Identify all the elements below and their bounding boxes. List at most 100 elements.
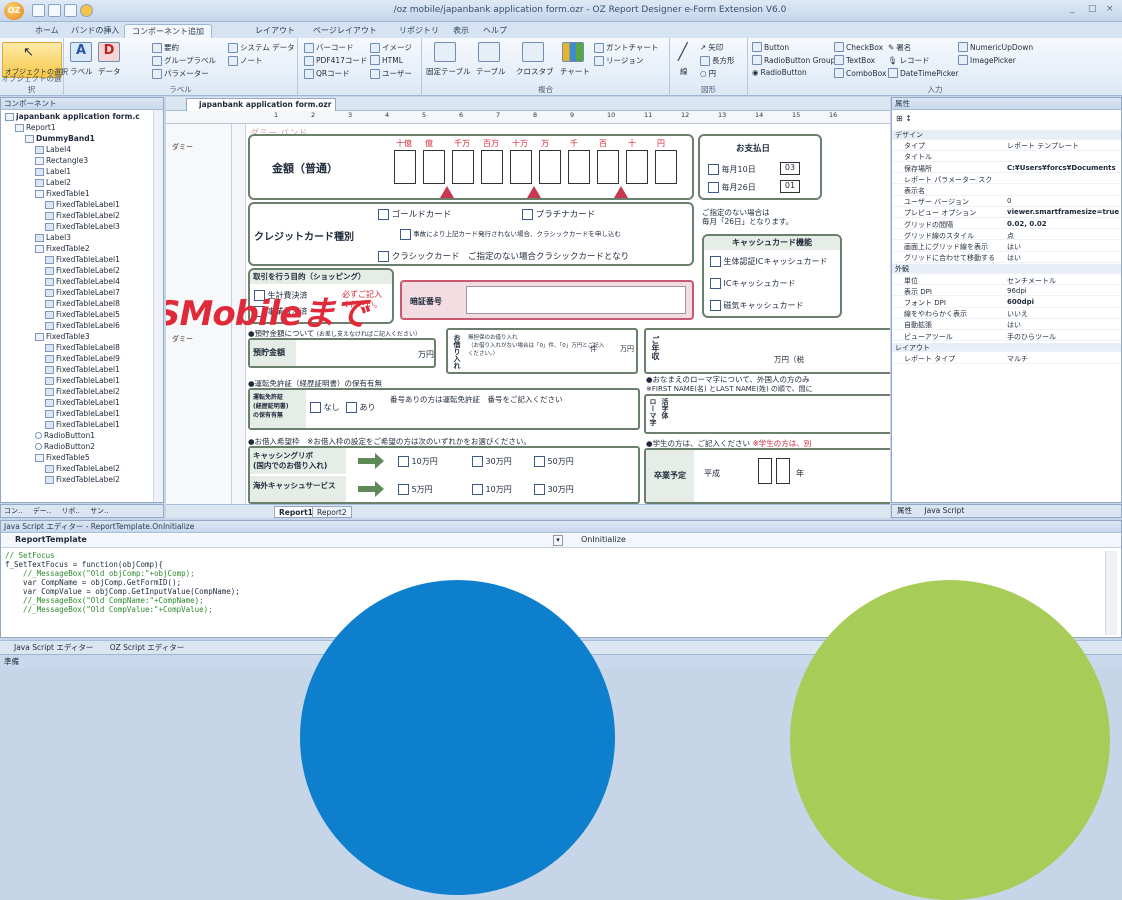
datetimepicker-tool[interactable]: DateTimePicker (888, 68, 959, 78)
overseas-opt3[interactable]: 30万円 (534, 484, 574, 495)
digit-input[interactable] (423, 150, 445, 184)
gold-fallback-option[interactable]: 事故により上記カード発行されない場合、クラシックカードを申し込む (400, 228, 621, 240)
tree-node[interactable]: Label1 (35, 167, 71, 176)
property-row[interactable]: 線をやわらかく表示 いいえ (892, 309, 1121, 319)
parameter-tool[interactable]: パラメーター (152, 68, 209, 79)
sort-icon[interactable]: ⊞ ↕ (896, 114, 912, 123)
tab-view[interactable]: 表示 (446, 24, 476, 38)
digit-input[interactable] (655, 150, 677, 184)
tree-node[interactable]: Report1 (15, 123, 56, 132)
cash-card-opt3[interactable]: 磁気キャッシュカード (710, 300, 804, 311)
tree-node[interactable]: Label4 (35, 145, 71, 154)
property-row[interactable]: 表示名 (892, 186, 1121, 196)
property-row[interactable]: レイアウト (892, 342, 1121, 353)
new-icon[interactable] (32, 4, 45, 17)
open-icon[interactable] (48, 4, 61, 17)
tab-js-editor[interactable]: Java Script エディター (14, 643, 93, 652)
chart-tool[interactable]: チャート (560, 66, 590, 77)
tab-components[interactable]: コン.. (4, 507, 22, 515)
tree-node[interactable]: FixedTableLabel1 (45, 255, 120, 264)
chevron-down-icon[interactable]: ▾ (553, 535, 563, 546)
note-tool[interactable]: ノート (228, 55, 263, 66)
tree-node[interactable]: FixedTableLabel1 (45, 398, 120, 407)
tab-properties[interactable]: 属性 (897, 506, 912, 515)
tree-node[interactable]: RadioButton1 (35, 431, 95, 440)
tree-node[interactable]: FixedTableLabel1 (45, 376, 120, 385)
property-row[interactable]: ユーザー バージョン 0 (892, 197, 1121, 207)
band-label[interactable]: ダミー (172, 142, 193, 152)
graduation-year-digit[interactable] (776, 458, 790, 484)
tree-node[interactable]: FixedTable5 (35, 453, 90, 462)
payment-day-opt2[interactable]: 毎月26日 (708, 182, 756, 193)
script-event-select[interactable]: OnInitialize (581, 535, 626, 544)
app-logo-icon[interactable]: OZ (4, 2, 24, 20)
chart-icon[interactable] (562, 42, 584, 62)
tree-node[interactable]: Label3 (35, 233, 71, 242)
property-row[interactable]: レポート パラメーター スク (892, 175, 1121, 185)
digit-input[interactable] (568, 150, 590, 184)
payment-day-val1[interactable]: 03 (780, 162, 800, 175)
property-row[interactable]: 外観 (892, 264, 1121, 274)
graduation-year-digit[interactable] (758, 458, 772, 484)
pin-input[interactable] (466, 286, 686, 314)
property-row[interactable]: 表示 DPI 96dpi (892, 287, 1121, 297)
payment-day-opt1[interactable]: 毎月10日 (708, 164, 756, 175)
tab-page-layout[interactable]: ページレイアウト (306, 24, 384, 38)
tree-node[interactable]: Rectangle3 (35, 156, 88, 165)
digit-input[interactable] (452, 150, 474, 184)
qrcode-tool[interactable]: QRコード (304, 68, 350, 79)
digit-input[interactable] (597, 150, 619, 184)
label-tool[interactable]: ラベル (70, 66, 93, 77)
overseas-opt1[interactable]: 5万円 (398, 484, 433, 495)
button-tool[interactable]: Button (752, 42, 789, 52)
rectangle-tool[interactable]: 長方形 (700, 55, 735, 66)
close-button[interactable]: × (1106, 4, 1114, 14)
property-row[interactable]: プレビュー オプション viewer.smartframesize=true (892, 208, 1121, 218)
fixed-table-tool[interactable]: 固定テーブル (426, 66, 471, 77)
tree-node[interactable]: FixedTableLabel7 (45, 288, 120, 297)
property-row[interactable]: デザイン (892, 130, 1121, 140)
property-row[interactable]: タイトル (892, 152, 1121, 162)
tree-node[interactable]: FixedTableLabel8 (45, 343, 120, 352)
property-row[interactable]: ビューアツール 手のひらツール (892, 332, 1121, 342)
line-icon[interactable]: ╱ (678, 42, 688, 61)
checkbox-tool[interactable]: CheckBox (834, 42, 883, 52)
radiobutton-group-tool[interactable]: RadioButton Group (752, 55, 835, 65)
property-row[interactable]: グリッドの間隔 0.02, 0.02 (892, 220, 1121, 230)
pdf417-tool[interactable]: PDF417コード (304, 55, 367, 66)
tree-node[interactable]: japanbank application form.c (5, 112, 140, 121)
tree-node[interactable]: FixedTableLabel2 (45, 475, 120, 484)
sheet-tab-report2[interactable]: Report2 (312, 506, 352, 518)
tree-node[interactable]: FixedTableLabel2 (45, 464, 120, 473)
tab-repository[interactable]: リボ.. (61, 507, 79, 515)
digit-input[interactable] (394, 150, 416, 184)
classic-option[interactable]: クラシックカード ご指定のない場合クラシックカードとなり (378, 250, 629, 262)
tree-node[interactable]: FixedTableLabel1 (45, 420, 120, 429)
cashing-opt1[interactable]: 10万円 (398, 456, 438, 467)
cashing-opt3[interactable]: 50万円 (534, 456, 574, 467)
tree-node[interactable]: FixedTableLabel1 (45, 200, 120, 209)
code-scrollbar[interactable] (1105, 551, 1117, 635)
line-tool[interactable]: 線 (680, 66, 688, 77)
data-tool-icon[interactable]: D (98, 42, 120, 62)
group-label-tool[interactable]: グループラベル (152, 55, 216, 66)
record-tool[interactable]: 🎙 レコード (888, 55, 930, 66)
tab-oz-editor[interactable]: OZ Script エディター (110, 643, 185, 652)
numericupdown-tool[interactable]: NumericUpDown (958, 42, 1033, 52)
tree-node[interactable]: FixedTableLabel5 (45, 310, 120, 319)
tree-node[interactable]: FixedTableLabel2 (45, 387, 120, 396)
tree-node[interactable]: FixedTableLabel6 (45, 321, 120, 330)
label-tool-icon[interactable]: A (70, 42, 92, 62)
table-tool[interactable]: テーブル (476, 66, 506, 77)
help-icon[interactable] (80, 4, 93, 17)
tree-node[interactable]: FixedTable1 (35, 189, 90, 198)
property-row[interactable]: 自動拡張 はい (892, 320, 1121, 330)
property-row[interactable]: グリッドに合わせて移動する はい (892, 253, 1121, 263)
tree-node[interactable]: FixedTableLabel2 (45, 211, 120, 220)
property-row[interactable]: レポート タイプ マルチ (892, 354, 1121, 364)
tree-node[interactable]: RadioButton2 (35, 442, 95, 451)
document-tab[interactable]: japanbank application form.ozr (186, 98, 336, 111)
digit-input[interactable] (539, 150, 561, 184)
user-tool[interactable]: ユーザー (370, 68, 412, 79)
tab-add-component[interactable]: コンポーネント追加 (124, 24, 212, 38)
